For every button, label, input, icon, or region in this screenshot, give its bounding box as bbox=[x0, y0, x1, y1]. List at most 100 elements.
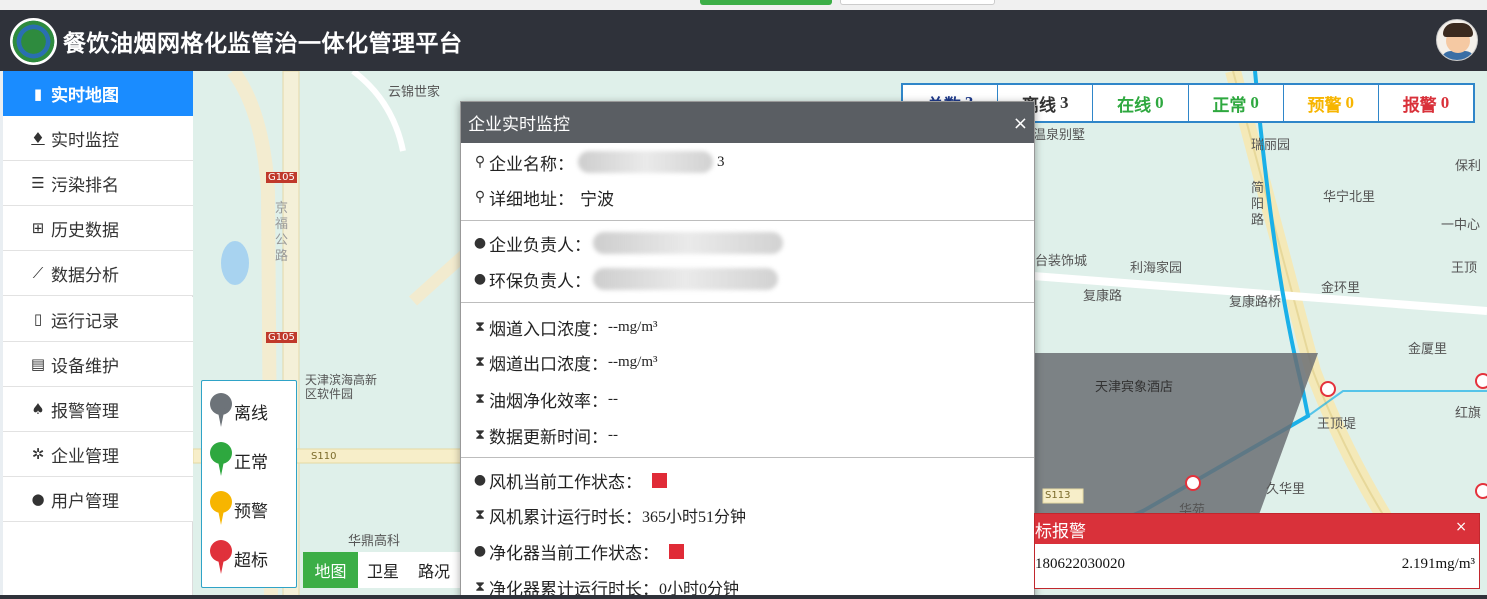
red-pin-icon bbox=[210, 540, 232, 576]
top-white-button[interactable] bbox=[840, 0, 995, 5]
purifier-status-row: ● 净化器当前工作状态： bbox=[473, 536, 684, 566]
divider bbox=[461, 220, 1034, 221]
map-label: 一中心 bbox=[1441, 218, 1481, 233]
efficiency-row: ⧗ 油烟净化效率： -- bbox=[473, 384, 618, 414]
map-label: G105 bbox=[266, 172, 297, 183]
sidebar-item-realtime-map[interactable]: ▮ 实时地图 bbox=[3, 71, 193, 116]
sidebar-item-pollution-ranking[interactable]: ☰ 污染排名 bbox=[3, 161, 193, 206]
status-red-square bbox=[669, 543, 684, 559]
sidebar-item-alarm-management[interactable]: ♠ 报警管理 bbox=[3, 387, 193, 432]
legend-item-exceed: 超标 bbox=[210, 536, 294, 580]
maptype-traffic-button[interactable]: 路况 bbox=[408, 552, 460, 588]
bell-icon: ♠ bbox=[31, 400, 45, 418]
gear-icon: ✲ bbox=[31, 445, 45, 463]
stat-online[interactable]: 在线 0 bbox=[1093, 85, 1189, 121]
map-label: S110 bbox=[311, 451, 337, 462]
line-chart-icon: ⟋ bbox=[32, 264, 44, 282]
dialog-header: 企业实时监控 × bbox=[461, 102, 1034, 143]
map-label: 金环里 bbox=[1321, 281, 1361, 296]
alarm-panel: 标报警 × 180622030020 2.191mg/m³ bbox=[1034, 513, 1480, 589]
address-row: ⚲ 详细地址： 宁波 bbox=[474, 189, 614, 210]
inlet-concentration-row: ⧗ 烟道入口浓度： --mg/m³ bbox=[473, 312, 657, 342]
alarm-device-id: 180622030020 bbox=[1035, 556, 1125, 572]
map-label: 红旗 bbox=[1455, 406, 1482, 421]
map-label: 金厦里 bbox=[1408, 342, 1448, 357]
maptype-satellite-button[interactable]: 卫星 bbox=[358, 552, 408, 588]
app-header: 餐饮油烟网格化监管治一体化管理平台 bbox=[0, 10, 1487, 71]
map-label: 台装饰城 bbox=[1035, 254, 1088, 269]
map-label: 王顶堤 bbox=[1317, 417, 1357, 432]
fire-icon: ♦ bbox=[31, 129, 45, 147]
alarm-value: 2.191mg/m³ bbox=[1401, 556, 1475, 572]
sidebar-item-realtime-monitor[interactable]: ♦ 实时监控 bbox=[3, 116, 193, 161]
legend-item-normal: 正常 bbox=[210, 438, 294, 482]
legend-item-offline: 离线 bbox=[210, 389, 294, 433]
redacted-value bbox=[578, 151, 713, 173]
hourglass-icon: ⧗ bbox=[475, 507, 485, 523]
user-avatar[interactable] bbox=[1436, 19, 1478, 61]
file-icon: ▯ bbox=[33, 310, 43, 328]
update-time-row: ⧗ 数据更新时间： -- bbox=[473, 420, 618, 450]
map-label: 利海家园 bbox=[1130, 261, 1183, 276]
top-green-button[interactable] bbox=[700, 0, 832, 5]
stat-warning[interactable]: 预警 0 bbox=[1284, 85, 1379, 121]
outlet-concentration-row: ⧗ 烟道出口浓度： --mg/m³ bbox=[473, 347, 657, 377]
dialog-title: 企业实时监控 bbox=[468, 115, 570, 135]
divider bbox=[461, 457, 1034, 458]
alarm-row[interactable]: 180622030020 2.191mg/m³ bbox=[1035, 552, 1479, 580]
browser-top-strip bbox=[0, 0, 1487, 10]
sidebar-item-data-analysis[interactable]: ⟋ 数据分析 bbox=[3, 251, 193, 296]
pushpin-icon: ⚲ bbox=[474, 154, 486, 170]
map-legend: 离线 正常 预警 超标 bbox=[201, 380, 297, 588]
yellow-pin-icon bbox=[210, 491, 232, 527]
map-label: 华鼎高科 bbox=[348, 534, 401, 549]
map-label: G105 bbox=[266, 332, 297, 343]
sidebar-item-run-records[interactable]: ▯ 运行记录 bbox=[3, 297, 193, 342]
fan-runtime-row: ⧗ 风机累计运行时长： 365小时51分钟 bbox=[473, 500, 746, 530]
document-icon: ▤ bbox=[30, 355, 46, 373]
close-icon[interactable]: × bbox=[1455, 519, 1467, 535]
sidebar-item-device-maintenance[interactable]: ▤ 设备维护 bbox=[3, 342, 193, 387]
status-red-square bbox=[652, 472, 667, 488]
sidebar-item-history-data[interactable]: ⊞ 历史数据 bbox=[3, 206, 193, 251]
map-label: 复康路 bbox=[1083, 289, 1123, 304]
sidebar: ▮ 实时地图 ♦ 实时监控 ☰ 污染排名 ⊞ 历史数据 ⟋ 数据分析 ▯ 运行记录 ▤ 设备维… bbox=[3, 71, 193, 596]
stat-normal[interactable]: 正常 0 bbox=[1189, 85, 1284, 121]
sidebar-item-user-management[interactable]: ● 用户管理 bbox=[3, 477, 193, 522]
hourglass-icon: ⧗ bbox=[475, 391, 485, 407]
bottom-bar bbox=[0, 595, 1487, 599]
legend-item-warning: 预警 bbox=[210, 487, 294, 531]
user-icon: ● bbox=[473, 235, 487, 251]
alarm-title: 标报警 bbox=[1035, 521, 1086, 542]
map-label: 天津宾象酒店 bbox=[1095, 380, 1174, 395]
map-label: 久华里 bbox=[1266, 482, 1306, 497]
list-icon: ☰ bbox=[31, 174, 45, 192]
hourglass-icon: ⧗ bbox=[475, 319, 485, 335]
stat-alarm[interactable]: 报警 0 bbox=[1379, 85, 1473, 121]
sidebar-item-company-management[interactable]: ✲ 企业管理 bbox=[3, 432, 193, 477]
map-label: 保利 bbox=[1455, 159, 1482, 174]
close-icon[interactable]: × bbox=[1013, 113, 1028, 134]
hourglass-icon: ⧗ bbox=[475, 354, 485, 370]
fan-status-row: ● 风机当前工作状态： bbox=[473, 465, 667, 495]
gray-pin-icon bbox=[210, 393, 232, 429]
map-label: 云锦世家 bbox=[388, 85, 441, 100]
redacted-value bbox=[593, 232, 783, 254]
map-label: 复康路桥 bbox=[1229, 295, 1282, 310]
maptype-map-button[interactable]: 地图 bbox=[303, 552, 358, 588]
hourglass-icon: ⧗ bbox=[475, 427, 485, 443]
map-label: 简阳路 bbox=[1251, 181, 1265, 228]
green-pin-icon bbox=[210, 442, 232, 478]
company-name-row: ⚲ 企业名称： 3 bbox=[473, 147, 725, 177]
map-marker-icon: ⚲ bbox=[474, 189, 486, 205]
redacted-value bbox=[593, 268, 778, 290]
user-icon: ● bbox=[473, 271, 487, 287]
map-icon: ▮ bbox=[33, 84, 43, 103]
table-icon: ⊞ bbox=[31, 219, 45, 237]
map-label: 瑞丽园 bbox=[1251, 138, 1291, 153]
status-dot-icon: ● bbox=[473, 472, 487, 488]
map-label: 华宁北里 bbox=[1323, 190, 1376, 205]
app-title: 餐饮油烟网格化监管治一体化管理平台 bbox=[63, 31, 463, 57]
status-dot-icon: ● bbox=[473, 543, 487, 559]
hourglass-icon: ⧗ bbox=[475, 579, 485, 595]
